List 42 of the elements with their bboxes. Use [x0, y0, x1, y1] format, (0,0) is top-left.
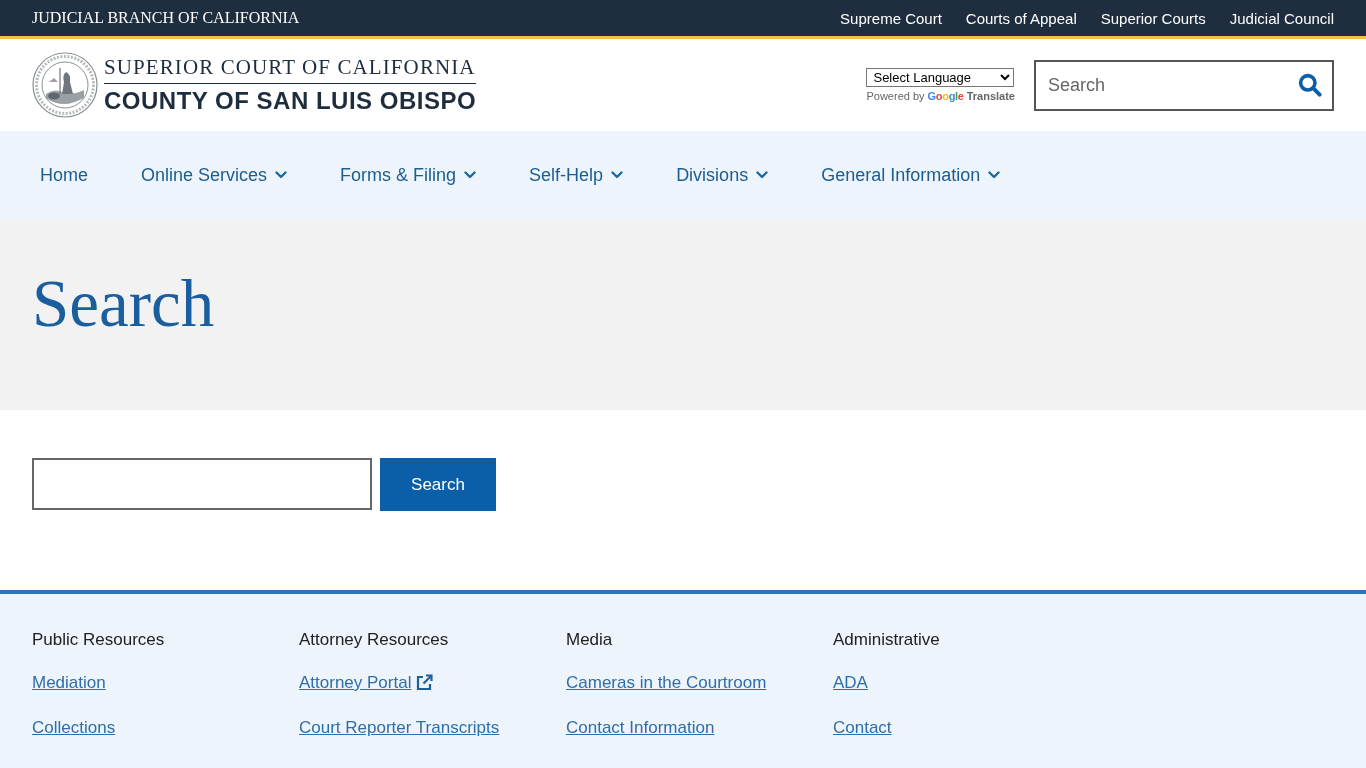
chevron-down-icon	[756, 171, 769, 179]
powered-by-text: Powered by	[866, 90, 925, 102]
top-bar-link[interactable]: Judicial Council	[1229, 9, 1334, 27]
nav-link[interactable]: Divisions	[676, 164, 769, 186]
footer-link[interactable]: Collections	[32, 718, 116, 738]
nav-link[interactable]: Forms & Filing	[340, 164, 477, 186]
footer-link[interactable]: Mediation	[32, 673, 106, 693]
top-bar-link[interactable]: Superior Courts	[1100, 9, 1206, 27]
external-link-icon	[415, 674, 434, 692]
county-name: COUNTY OF SAN LUIS OBISPO	[104, 89, 477, 113]
search-input[interactable]	[32, 458, 372, 510]
footer-link[interactable]: Contact Information	[566, 718, 715, 738]
search-icon	[1298, 72, 1322, 97]
nav-link[interactable]: Home	[40, 164, 88, 186]
footer-heading: Administrative	[833, 630, 940, 650]
footer-link[interactable]: ADA	[833, 673, 868, 693]
nav-link[interactable]: General Information	[821, 164, 1001, 186]
nav-link[interactable]: Self-Help	[529, 164, 624, 186]
google-logo: Google	[927, 90, 964, 102]
nav-link[interactable]: Online Services	[141, 164, 288, 186]
search-button[interactable]	[1298, 72, 1322, 97]
chevron-down-icon	[988, 171, 1001, 179]
footer-link[interactable]: Contact	[833, 718, 892, 738]
search-button[interactable]: Search	[380, 458, 496, 511]
chevron-down-icon	[464, 171, 477, 179]
footer-heading: Attorney Resources	[299, 630, 449, 650]
footer-heading: Media	[566, 630, 613, 650]
seal-icon	[32, 52, 98, 118]
footer-link[interactable]: Attorney Portal	[299, 673, 434, 693]
top-bar-link[interactable]: Supreme Court	[840, 9, 942, 27]
court-name: SUPERIOR COURT OF CALIFORNIA	[104, 57, 476, 78]
page-title: Search	[32, 270, 216, 337]
translate-label: Translate	[966, 90, 1015, 102]
top-bar-link[interactable]: Courts of Appeal	[965, 9, 1077, 27]
search-field[interactable]: Search	[1034, 59, 1334, 111]
footer-heading: Public Resources	[32, 630, 165, 650]
footer-link[interactable]: Cameras in the Courtroom	[566, 673, 767, 693]
chevron-down-icon	[275, 171, 288, 179]
chevron-down-icon	[611, 171, 624, 179]
footer-link[interactable]: Court Reporter Transcripts	[299, 718, 500, 738]
language-select[interactable]: Select Language	[866, 68, 1015, 87]
site-title: JUDICIAL BRANCH OF CALIFORNIA	[32, 9, 300, 27]
